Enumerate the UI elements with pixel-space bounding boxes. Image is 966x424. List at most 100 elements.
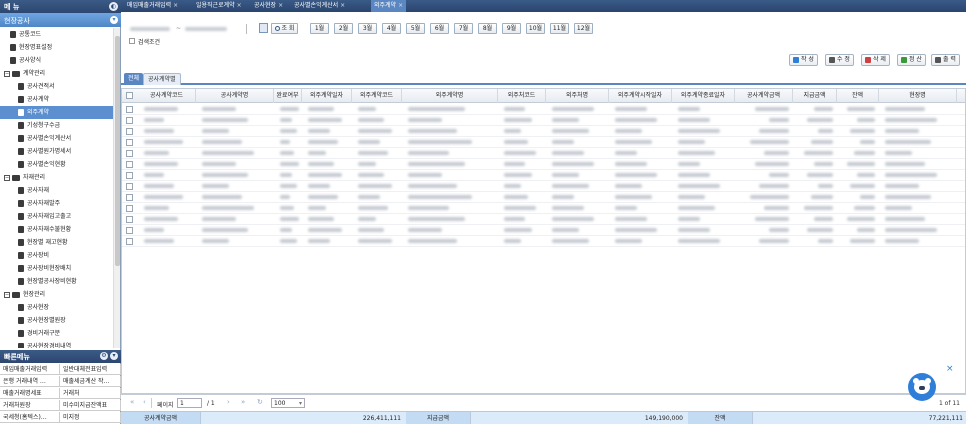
- tab-2[interactable]: 일용직근로계약 ×: [193, 0, 245, 12]
- column-header[interactable]: 외주처명: [546, 89, 609, 103]
- month-button[interactable]: 7월: [454, 23, 473, 34]
- print-button[interactable]: 출 력: [931, 54, 960, 66]
- quick-menu-item[interactable]: 미지정: [60, 412, 121, 423]
- column-header[interactable]: 외주계약종료일자: [672, 89, 735, 103]
- close-icon[interactable]: ×: [398, 2, 403, 9]
- menu-item[interactable]: − 계약관리: [0, 67, 113, 80]
- sidebar-collapse-icon[interactable]: ◐: [109, 2, 118, 11]
- menu-item[interactable]: 공사자재: [0, 184, 113, 197]
- tab-5[interactable]: 외주계약 ×: [371, 0, 407, 12]
- menu-item[interactable]: 현장명표설정: [0, 41, 113, 54]
- menu-item[interactable]: 공사현장별원장: [0, 314, 113, 327]
- prev-page-icon[interactable]: ‹: [143, 398, 146, 406]
- page-size-select[interactable]: 100 ▾: [271, 398, 305, 408]
- column-header[interactable]: 외주처코드: [498, 89, 546, 103]
- tab-1[interactable]: 매입매출거래입력 ×: [124, 0, 181, 12]
- column-header[interactable]: 외주계약코드: [352, 89, 402, 103]
- quick-menu-item[interactable]: 매출거래명세표: [0, 388, 60, 399]
- row-checkbox[interactable]: [126, 150, 133, 157]
- plus-button[interactable]: 작 성: [789, 54, 818, 66]
- table-row[interactable]: [122, 170, 965, 181]
- quick-menu-item[interactable]: 일반대체전표입력: [60, 364, 121, 375]
- month-button[interactable]: 1월: [310, 23, 329, 34]
- column-header[interactable]: 잔액: [837, 89, 879, 103]
- menu-item[interactable]: 경비거래구분: [0, 327, 113, 340]
- month-button[interactable]: 6월: [430, 23, 449, 34]
- row-checkbox[interactable]: [126, 205, 133, 212]
- quick-menu-item[interactable]: 국세청(홈텍스)…: [0, 412, 60, 423]
- quick-menu-item[interactable]: 매출세금계산 작…: [60, 376, 121, 387]
- settle-button[interactable]: 정 산: [897, 54, 926, 66]
- edit-button[interactable]: 수 정: [825, 54, 854, 66]
- column-header[interactable]: 공사계약명: [196, 89, 274, 103]
- table-row[interactable]: [122, 203, 965, 214]
- tab-4[interactable]: 공사별손익계산서 ×: [291, 0, 348, 12]
- menu-item[interactable]: − 현장관리: [0, 288, 113, 301]
- table-row[interactable]: [122, 192, 965, 203]
- table-row[interactable]: [122, 126, 965, 137]
- table-row[interactable]: [122, 148, 965, 159]
- select-all-checkbox[interactable]: [126, 92, 133, 99]
- menu-item[interactable]: 공사현장: [0, 301, 113, 314]
- menu-item[interactable]: 공사별원가명세서: [0, 145, 113, 158]
- table-row[interactable]: [122, 115, 965, 126]
- search-button[interactable]: 조 회: [271, 23, 298, 34]
- chatbot-bear-icon[interactable]: [908, 373, 936, 401]
- last-page-icon[interactable]: »: [241, 398, 245, 406]
- column-header[interactable]: 외주계약일자: [302, 89, 352, 103]
- menu-item[interactable]: 공사현장경비내역: [0, 340, 113, 348]
- menu-item[interactable]: 공사장비: [0, 249, 113, 262]
- quick-menu-item[interactable]: 미수미지급잔액표: [60, 400, 121, 411]
- menu-item[interactable]: 현장별공사장비현황: [0, 275, 113, 288]
- row-checkbox[interactable]: [126, 238, 133, 245]
- close-icon[interactable]: ×: [237, 2, 242, 9]
- tab-3[interactable]: 공사현장 ×: [251, 0, 286, 12]
- column-header[interactable]: 공사계약코드: [138, 89, 196, 103]
- trash-button[interactable]: 삭 제: [861, 54, 890, 66]
- row-checkbox[interactable]: [126, 106, 133, 113]
- menu-item[interactable]: 공사장비현장배치: [0, 262, 113, 275]
- menu-scrollbar[interactable]: [113, 28, 120, 348]
- menu-item[interactable]: 공사계약: [0, 93, 113, 106]
- month-button[interactable]: 9월: [502, 23, 521, 34]
- next-page-icon[interactable]: ›: [227, 398, 230, 406]
- month-button[interactable]: 12월: [574, 23, 593, 34]
- tab-by-contract[interactable]: 공사계약별: [143, 73, 181, 85]
- first-page-icon[interactable]: «: [130, 398, 134, 406]
- row-checkbox[interactable]: [126, 139, 133, 146]
- quick-menu-item[interactable]: 거래처원장: [0, 400, 60, 411]
- close-icon[interactable]: ×: [278, 2, 283, 9]
- date-to-field[interactable]: [185, 27, 227, 31]
- menu-item[interactable]: 공사견적서: [0, 80, 113, 93]
- row-checkbox[interactable]: [126, 227, 133, 234]
- column-header[interactable]: 완료여부: [274, 89, 302, 103]
- menu-item[interactable]: 외주계약: [0, 106, 113, 119]
- row-checkbox[interactable]: [126, 183, 133, 190]
- table-row[interactable]: [122, 181, 965, 192]
- month-button[interactable]: 4월: [382, 23, 401, 34]
- month-button[interactable]: 5월: [406, 23, 425, 34]
- month-button[interactable]: 11월: [550, 23, 569, 34]
- column-header[interactable]: 공사계약금액: [735, 89, 793, 103]
- month-button[interactable]: 3월: [358, 23, 377, 34]
- row-checkbox[interactable]: [126, 117, 133, 124]
- menu-item[interactable]: 공사자재입고출고: [0, 210, 113, 223]
- expand-toggle-icon[interactable]: −: [4, 70, 10, 77]
- quick-menu-item[interactable]: 은행 거래내역 …: [0, 376, 60, 387]
- calendar-icon[interactable]: [259, 23, 268, 33]
- menu-section-header[interactable]: 현장공사 ▾: [0, 13, 121, 27]
- table-row[interactable]: [122, 104, 965, 115]
- quick-menu-item[interactable]: 거래처: [60, 388, 121, 399]
- menu-item[interactable]: − 자재관리: [0, 171, 113, 184]
- row-checkbox[interactable]: [126, 216, 133, 223]
- menu-item[interactable]: 공사자재발주: [0, 197, 113, 210]
- scrollbar-thumb[interactable]: [115, 36, 120, 266]
- menu-item[interactable]: 공사별손익계산서: [0, 132, 113, 145]
- menu-item[interactable]: 기성청구수금: [0, 119, 113, 132]
- tab-all[interactable]: 전체: [124, 73, 144, 85]
- close-icon[interactable]: ×: [946, 364, 954, 374]
- table-row[interactable]: [122, 214, 965, 225]
- month-button[interactable]: 8월: [478, 23, 497, 34]
- month-button[interactable]: 2월: [334, 23, 353, 34]
- date-from-field[interactable]: [130, 27, 170, 31]
